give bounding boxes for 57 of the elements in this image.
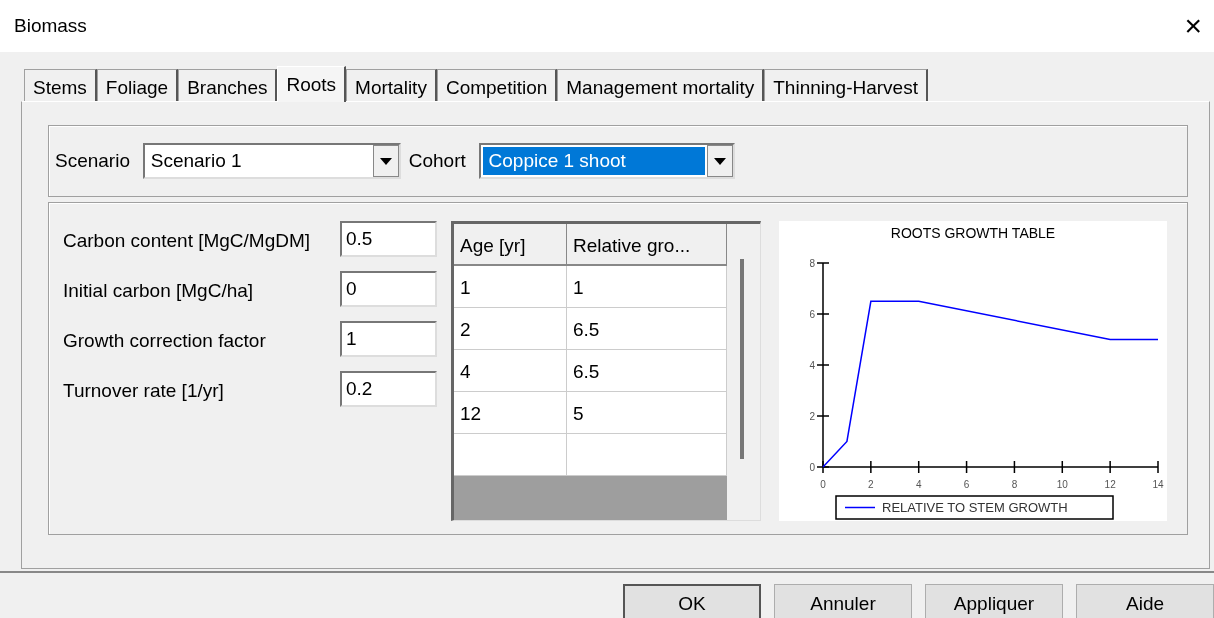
tick-label: 10	[1056, 479, 1068, 490]
table-cell: 4	[454, 350, 567, 392]
dialog-button[interactable]: OK	[623, 584, 761, 618]
field-label: Cohort	[408, 148, 466, 173]
tick-label: 0	[809, 462, 815, 473]
table-cell: 2	[454, 308, 567, 350]
tab[interactable]: Management mortality	[557, 69, 765, 101]
tab[interactable]: Mortality	[346, 69, 437, 101]
tick-label: 8	[1011, 479, 1018, 490]
field-label: Scenario	[55, 148, 130, 173]
tick-label: 0	[820, 479, 826, 490]
table-cell[interactable]	[567, 434, 727, 476]
column-header[interactable]: Age [yr]	[454, 224, 567, 266]
tab[interactable]: Branches	[178, 69, 278, 101]
field-label: Growth correction factor	[63, 329, 266, 353]
column-header[interactable]: Relative gro...	[567, 224, 727, 266]
tick-label: 8	[809, 258, 815, 269]
window-title: Biomass	[14, 13, 87, 38]
tick-label: 12	[1104, 479, 1116, 490]
dialog-button[interactable]: Annuler	[774, 584, 912, 618]
table-cell: 1	[567, 266, 727, 308]
close-button[interactable]: ×	[1180, 11, 1206, 41]
tick-label: 4	[915, 479, 922, 490]
scrollbar-thumb[interactable]	[740, 259, 744, 459]
tick-label: 2	[868, 479, 874, 490]
table-cell: 5	[567, 392, 727, 434]
field-label: Carbon content [MgC/MgDM]	[63, 229, 311, 253]
field-label: Turnover rate [1/yr]	[63, 379, 224, 403]
tab[interactable]: Foliage	[96, 69, 179, 101]
caret-icon	[379, 157, 392, 165]
tab[interactable]: Thinning-Harvest	[764, 69, 928, 101]
table-cell: 6.5	[567, 308, 727, 350]
tick-label: 2	[809, 411, 815, 422]
input-field[interactable]: 0.2	[340, 371, 437, 407]
table-cell[interactable]	[454, 434, 567, 476]
legend-label: RELATIVE TO STEM GROWTH	[882, 500, 1068, 515]
tab[interactable]: Competition	[436, 69, 558, 101]
table-cell: 1	[454, 266, 567, 308]
table-cell: 6.5	[567, 350, 727, 392]
input-field[interactable]: 1	[340, 321, 437, 357]
tick-label: 14	[1152, 479, 1164, 490]
tab[interactable]: Roots	[277, 66, 347, 102]
tick-label: 4	[809, 360, 815, 371]
caret-icon	[713, 157, 726, 165]
tick-label: 6	[963, 479, 970, 490]
chart-title: ROOTS GROWTH TABLE	[890, 225, 1056, 241]
dialog-button[interactable]: Appliquer	[925, 584, 1063, 618]
dropdown[interactable]: Scenario 1	[142, 143, 401, 179]
field-label: Initial carbon [MgC/ha]	[63, 279, 254, 303]
table-cell: 12	[454, 392, 567, 434]
dropdown[interactable]: Coppice 1 shoot	[478, 143, 735, 179]
dialog-button[interactable]: Aide	[1076, 584, 1214, 618]
input-field[interactable]: 0.5	[340, 221, 437, 257]
input-field[interactable]: 0	[340, 271, 437, 307]
legend-swatch	[844, 506, 876, 509]
tab[interactable]: Stems	[24, 69, 97, 101]
tick-label: 6	[809, 309, 815, 320]
